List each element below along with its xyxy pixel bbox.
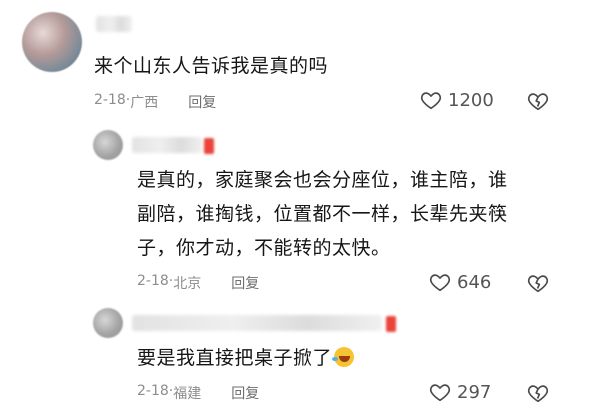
- username-blurred[interactable]: [96, 16, 132, 32]
- comment-text: 来个山东人告诉我是真的吗: [94, 55, 329, 77]
- reply-button[interactable]: 回复: [231, 273, 259, 293]
- comment-location: 广西: [130, 95, 159, 111]
- avatar[interactable]: [93, 130, 123, 160]
- heart-icon: [429, 384, 451, 402]
- comment-meta: 2-18 · 北京 回复: [137, 273, 260, 293]
- comment-location: 北京: [173, 276, 202, 292]
- comment-text-content: 要是我直接把桌子掀了: [137, 347, 333, 369]
- rofl-emoji-icon: [332, 347, 355, 367]
- dislike-icon[interactable]: [527, 90, 549, 112]
- like-button[interactable]: 646: [429, 271, 491, 293]
- username-blurred[interactable]: [132, 315, 382, 331]
- avatar[interactable]: [22, 12, 82, 72]
- comment-text-line-1: 是真的，家庭聚会也会分座位，谁主陪，谁: [137, 169, 508, 191]
- comment-text-line-2: 副陪，谁掏钱，位置都不一样，长辈先夹筷: [137, 203, 508, 225]
- username-blurred[interactable]: [132, 137, 202, 153]
- avatar[interactable]: [93, 308, 123, 338]
- like-count: 297: [457, 381, 492, 403]
- username-badge: [386, 316, 396, 332]
- heart-icon: [420, 92, 442, 110]
- dislike-icon[interactable]: [527, 382, 549, 404]
- dislike-icon[interactable]: [527, 272, 549, 294]
- comment-location: 福建: [173, 386, 202, 402]
- comment-date: 2-18: [94, 92, 126, 108]
- reply-button[interactable]: 回复: [231, 383, 259, 403]
- like-count: 1200: [448, 89, 494, 111]
- like-count: 646: [457, 271, 492, 293]
- like-button[interactable]: 297: [429, 381, 491, 403]
- comment-meta: 2-18 · 广西 回复: [94, 92, 217, 112]
- like-button[interactable]: 1200: [420, 89, 494, 111]
- comment-text: 要是我直接把桌子掀了: [137, 342, 355, 374]
- comment-text-line-3: 子，你才动，不能转的太快。: [137, 237, 391, 259]
- comment-meta: 2-18 · 福建 回复: [137, 383, 260, 403]
- username-badge: [204, 138, 214, 154]
- comment-date: 2-18: [137, 383, 169, 399]
- comment-date: 2-18: [137, 273, 169, 289]
- reply-button[interactable]: 回复: [188, 92, 216, 112]
- heart-icon: [429, 274, 451, 292]
